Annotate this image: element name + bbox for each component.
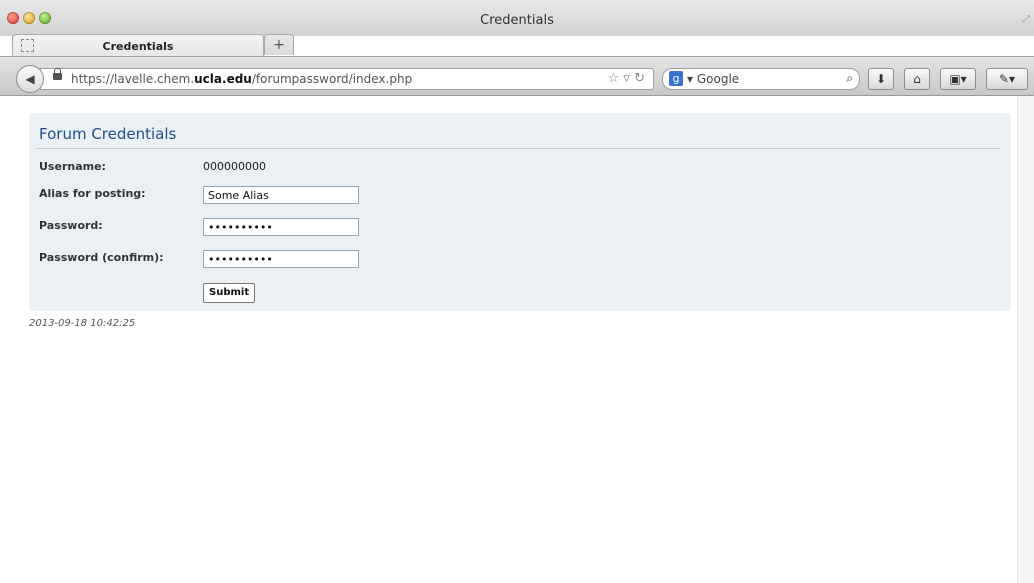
url-prefix: https://lavelle.chem.: [71, 72, 195, 86]
panel-title: Forum Credentials: [39, 125, 177, 143]
password-confirm-label: Password (confirm):: [39, 251, 164, 264]
extensions-menu-button[interactable]: ✎▾: [986, 68, 1028, 90]
timestamp: 2013-09-18 10:42:25: [29, 318, 136, 329]
history-dropdown-icon[interactable]: ▿: [623, 71, 630, 86]
username-value: 000000000: [203, 160, 266, 173]
window-titlebar: Credentials ⤢: [0, 0, 1034, 36]
search-icon[interactable]: ⌕: [846, 71, 853, 86]
url-bar-icons: ☆ ▿ ↻: [608, 71, 645, 86]
page-content: Forum Credentials Username: 000000000 Al…: [0, 96, 1034, 583]
url-bar[interactable]: https://lavelle.chem.ucla.edu/forumpassw…: [40, 68, 654, 90]
bookmarks-icon: ▣▾: [949, 72, 967, 86]
submit-button[interactable]: Submit: [203, 283, 256, 303]
navigation-toolbar: https://lavelle.chem.ucla.edu/forumpassw…: [0, 56, 1034, 96]
download-icon: ⬇: [875, 72, 887, 86]
downloads-button[interactable]: ⬇: [868, 68, 894, 90]
url-domain: ucla.edu: [194, 72, 252, 86]
url-path: /forumpassword/index.php: [251, 72, 413, 86]
search-engine-name: Google: [696, 72, 740, 86]
home-button[interactable]: ⌂: [904, 68, 930, 90]
bookmark-star-icon[interactable]: ☆: [608, 71, 620, 86]
url-text[interactable]: https://lavelle.chem.ucla.edu/forumpassw…: [71, 72, 412, 86]
window-title: Credentials: [480, 13, 554, 28]
search-engine-dropdown-icon: ▾: [687, 72, 697, 86]
forum-credentials-panel: Forum Credentials Username: 000000000 Al…: [29, 113, 1011, 311]
lock-icon: [53, 68, 62, 80]
tab-credentials[interactable]: Credentials: [12, 34, 264, 57]
tab-label: Credentials: [102, 40, 174, 53]
password-confirm-input[interactable]: ••••••••••: [203, 250, 359, 268]
reload-icon[interactable]: ↻: [634, 71, 645, 86]
page-scrollbar[interactable]: [1017, 96, 1034, 583]
password-input[interactable]: ••••••••••: [203, 218, 359, 236]
search-bar[interactable]: g ▾ Google ⌕: [662, 68, 860, 90]
home-icon: ⌂: [913, 72, 921, 86]
fullscreen-icon[interactable]: ⤢: [1022, 14, 1030, 25]
username-label: Username:: [39, 160, 106, 173]
title-divider: [37, 148, 1001, 149]
google-search-engine-icon[interactable]: g: [669, 71, 683, 86]
bookmarks-menu-button[interactable]: ▣▾: [940, 68, 976, 90]
addon-icon: ✎▾: [998, 72, 1016, 86]
alias-input[interactable]: Some Alias: [203, 186, 359, 204]
alias-label: Alias for posting:: [39, 187, 146, 200]
password-label: Password:: [39, 219, 103, 232]
new-tab-button[interactable]: +: [264, 34, 294, 55]
back-button[interactable]: ◀: [16, 65, 44, 93]
search-engine-label: ▾ Google: [687, 72, 739, 86]
